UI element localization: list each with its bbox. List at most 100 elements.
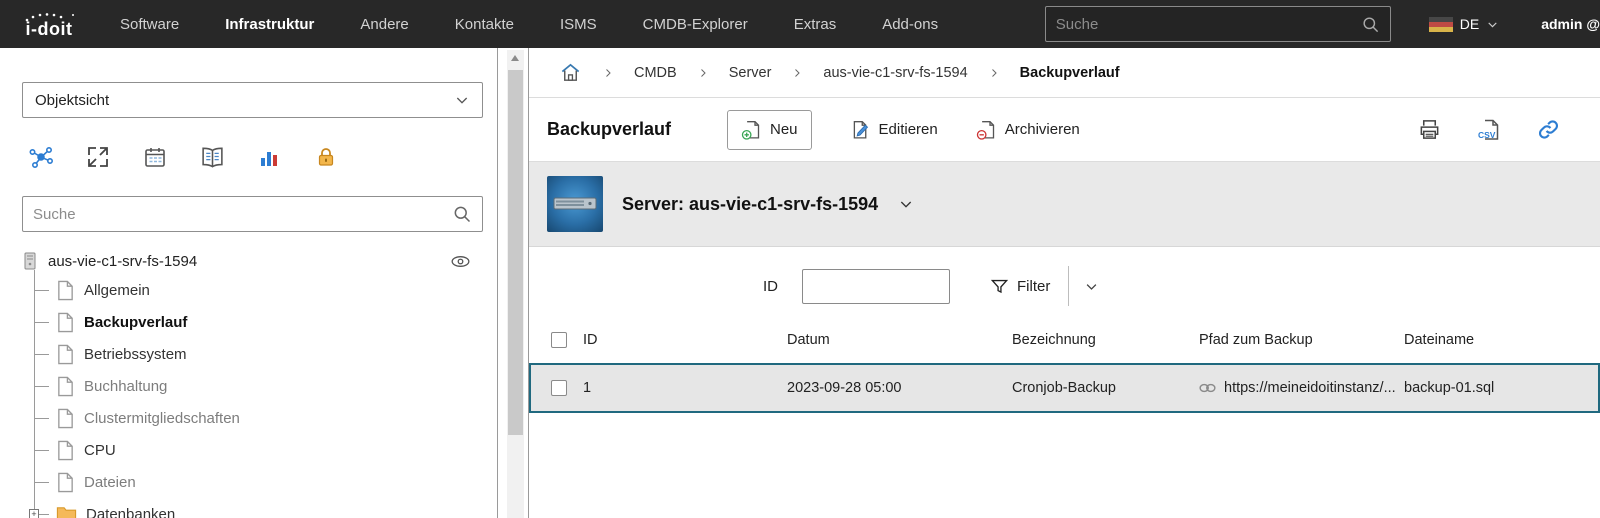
chevron-down-icon: [454, 92, 470, 108]
nav-item-infrastruktur[interactable]: Infrastruktur: [225, 16, 314, 33]
user-menu[interactable]: admin @: [1541, 16, 1600, 32]
global-search[interactable]: [1045, 6, 1391, 42]
nav-item-extras[interactable]: Extras: [794, 16, 837, 33]
tree-item-buchhaltung[interactable]: Buchhaltung: [34, 370, 483, 402]
sidebar-search[interactable]: [22, 196, 483, 232]
top-navigation: i-doit Software Infrastruktur Andere Kon…: [0, 0, 1600, 48]
archive-button[interactable]: Archivieren: [976, 111, 1080, 149]
tree-item-clustermitgliedschaften[interactable]: Clustermitgliedschaften: [34, 402, 483, 434]
csv-export-icon[interactable]: CSV: [1477, 118, 1501, 142]
new-button[interactable]: Neu: [727, 110, 812, 150]
filter-button-label: Filter: [1017, 278, 1050, 295]
cell-id: 1: [583, 380, 787, 396]
breadcrumb-current: Backupverlauf: [1020, 65, 1120, 81]
category-toolbar: Backupverlauf Neu Editieren: [529, 98, 1600, 162]
flag-de-icon: [1429, 17, 1453, 32]
tree-item-backupverlauf[interactable]: Backupverlauf: [34, 306, 483, 338]
logbook-icon[interactable]: [199, 144, 225, 170]
category-tree: aus-vie-c1-srv-fs-1594 Allgemein Bac: [22, 248, 483, 518]
eye-icon[interactable]: [450, 251, 471, 272]
tree-item-allgemein[interactable]: Allgemein: [34, 274, 483, 306]
breadcrumb-object[interactable]: aus-vie-c1-srv-fs-1594: [823, 65, 967, 81]
sidebar-toolbar: [22, 144, 483, 170]
object-title: Server: aus-vie-c1-srv-fs-1594: [622, 194, 878, 215]
chevron-right-icon: [791, 67, 803, 79]
new-button-label: Neu: [770, 121, 798, 138]
chevron-down-icon[interactable]: [898, 196, 914, 212]
permalink-icon[interactable]: [1537, 118, 1560, 141]
nav-item-andere[interactable]: Andere: [360, 16, 408, 33]
backup-table: ID Datum Bezeichnung Pfad zum Backup Dat…: [529, 317, 1600, 413]
document-icon: [56, 472, 75, 493]
view-select[interactable]: Objektsicht: [22, 82, 483, 118]
breadcrumb-cmdb[interactable]: CMDB: [634, 65, 677, 81]
document-icon: [56, 376, 75, 397]
document-icon: [56, 408, 75, 429]
col-header-id[interactable]: ID: [583, 332, 787, 348]
chevron-right-icon: [988, 67, 1000, 79]
col-header-pfad[interactable]: Pfad zum Backup: [1199, 332, 1404, 348]
rights-lock-icon[interactable]: [313, 144, 339, 170]
col-header-dateiname[interactable]: Dateiname: [1404, 332, 1600, 348]
print-icon[interactable]: [1418, 118, 1441, 141]
tree-item-dateien[interactable]: Dateien: [34, 466, 483, 498]
nav-item-cmdb-explorer[interactable]: CMDB-Explorer: [643, 16, 748, 33]
table-row[interactable]: 1 2023-09-28 05:00 Cronjob-Backup https:…: [529, 363, 1600, 413]
select-all-checkbox[interactable]: [551, 332, 567, 348]
toolbar-actions: CSV: [1418, 118, 1560, 142]
tree-root-label[interactable]: aus-vie-c1-srv-fs-1594: [48, 253, 197, 270]
sidebar-scrollbar[interactable]: [507, 50, 524, 518]
divider: [1068, 266, 1069, 306]
link-chain-icon: [1199, 382, 1216, 394]
main-content: CMDB Server aus-vie-c1-srv-fs-1594 Backu…: [528, 48, 1600, 518]
table-header-row: ID Datum Bezeichnung Pfad zum Backup Dat…: [529, 317, 1600, 363]
tree-root-object[interactable]: aus-vie-c1-srv-fs-1594: [22, 248, 483, 274]
cell-pfad[interactable]: https://meineidoitinstanz/...: [1199, 380, 1404, 396]
scroll-up-icon[interactable]: [511, 55, 519, 61]
main-menu: Software Infrastruktur Andere Kontakte I…: [120, 16, 938, 33]
row-checkbox[interactable]: [551, 380, 567, 396]
edit-pencil-icon: [850, 119, 871, 141]
nav-item-kontakte[interactable]: Kontakte: [455, 16, 514, 33]
document-remove-icon: [976, 119, 997, 141]
col-header-datum[interactable]: Datum: [787, 332, 1012, 348]
calendar-icon[interactable]: [142, 144, 168, 170]
breadcrumb-server[interactable]: Server: [729, 65, 772, 81]
breadcrumb: CMDB Server aus-vie-c1-srv-fs-1594 Backu…: [529, 48, 1600, 98]
tree-item-datenbanken[interactable]: + Datenbanken: [34, 498, 483, 518]
sidebar-search-input[interactable]: [33, 206, 452, 223]
tree-item-label: Allgemein: [84, 282, 150, 299]
search-icon[interactable]: [1361, 15, 1380, 34]
chevron-right-icon: [697, 67, 709, 79]
tree-item-betriebssystem[interactable]: Betriebssystem: [34, 338, 483, 370]
document-add-icon: [741, 119, 762, 141]
tree-expander-icon[interactable]: +: [29, 509, 39, 518]
filter-options-chevron-icon[interactable]: [1084, 279, 1099, 294]
tree-item-label: CPU: [84, 442, 116, 459]
folder-icon: [56, 505, 77, 518]
edit-button-label: Editieren: [879, 121, 938, 138]
language-selector[interactable]: DE: [1429, 16, 1499, 32]
scrollbar-thumb[interactable]: [508, 70, 523, 435]
tree-item-cpu[interactable]: CPU: [34, 434, 483, 466]
statistics-icon[interactable]: [256, 144, 282, 170]
nav-item-software[interactable]: Software: [120, 16, 179, 33]
funnel-icon: [990, 277, 1009, 296]
edit-button[interactable]: Editieren: [850, 111, 938, 149]
tree-item-label: Backupverlauf: [84, 314, 187, 331]
nav-item-isms[interactable]: ISMS: [560, 16, 597, 33]
backup-url-link[interactable]: https://meineidoitinstanz/...: [1224, 380, 1396, 396]
nav-item-add-ons[interactable]: Add-ons: [882, 16, 938, 33]
object-graph-icon[interactable]: [28, 144, 54, 170]
filter-id-input[interactable]: [802, 269, 950, 304]
search-icon[interactable]: [452, 204, 472, 224]
view-select-value: Objektsicht: [35, 92, 109, 109]
sidebar: Objektsicht: [0, 48, 528, 518]
filter-button[interactable]: Filter: [990, 277, 1050, 296]
col-header-bezeichnung[interactable]: Bezeichnung: [1012, 332, 1199, 348]
fullscreen-icon[interactable]: [85, 144, 111, 170]
home-icon[interactable]: [559, 61, 582, 84]
tree-item-label: Clustermitgliedschaften: [84, 410, 240, 427]
global-search-input[interactable]: [1056, 16, 1361, 33]
i-doit-logo[interactable]: i-doit: [18, 13, 80, 36]
